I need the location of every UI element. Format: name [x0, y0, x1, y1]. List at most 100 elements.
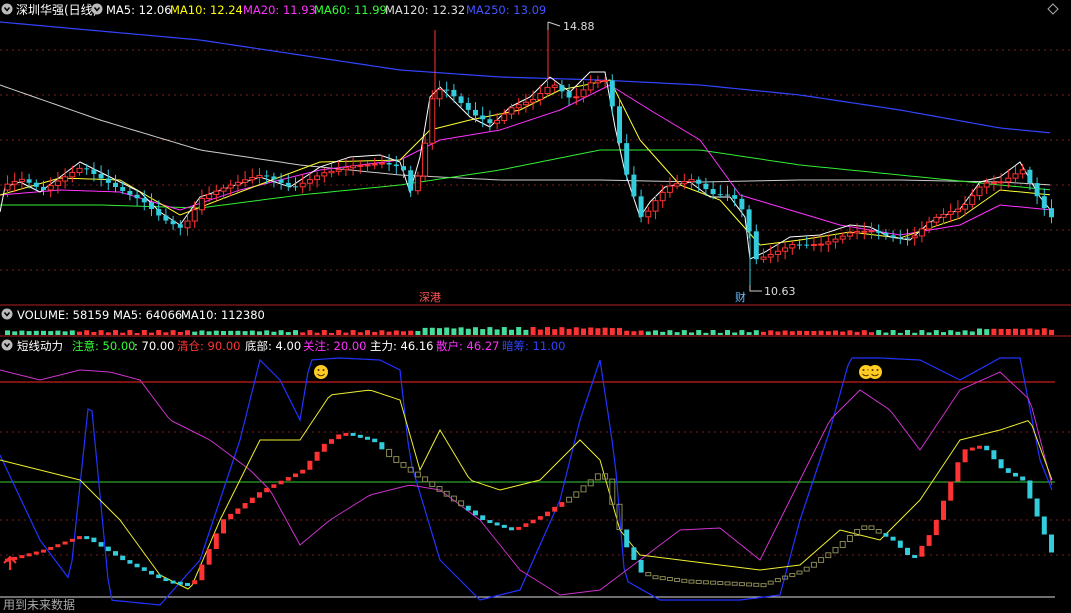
- indicator-bar: [746, 582, 753, 587]
- ind-value-4: 20.00: [334, 339, 367, 353]
- indicator-bar: [264, 487, 270, 493]
- indicator-bar: [652, 575, 659, 580]
- volume-bar: [372, 331, 378, 335]
- volume-bar: [559, 327, 565, 335]
- event-badge-1[interactable]: 深港: [418, 290, 442, 304]
- volume-bar: [285, 332, 291, 335]
- volume-bar: [962, 330, 968, 335]
- candle-body: [976, 186, 983, 197]
- volume-bar: [300, 332, 306, 335]
- volume-bar: [170, 330, 176, 335]
- candle-body: [163, 215, 169, 221]
- candle-body: [522, 101, 529, 106]
- indicator-bar: [134, 563, 140, 568]
- volume-bar: [509, 329, 514, 335]
- volume-bar: [451, 328, 457, 335]
- candle-body: [1049, 208, 1054, 218]
- indicator-bar: [941, 500, 946, 520]
- indicator-bar: [955, 462, 961, 482]
- candle-body: [444, 89, 450, 91]
- candle-body: [515, 104, 522, 109]
- candle-body: [285, 182, 291, 187]
- high-price-label: 14.88: [563, 20, 595, 33]
- indicator-bar: [156, 574, 162, 579]
- event-badge-2[interactable]: 财: [734, 290, 748, 304]
- indicator-bar: [192, 580, 198, 585]
- volume-bar: [1005, 328, 1011, 335]
- volume-bar: [177, 331, 183, 335]
- indicator-bar: [278, 480, 284, 485]
- indicator-bar: [199, 564, 205, 581]
- ind-label-6: 散户:: [436, 339, 467, 353]
- candle-body: [436, 89, 443, 100]
- candle-body: [746, 209, 752, 232]
- ind-label-2: 清仓:: [177, 339, 208, 353]
- candle-body: [458, 96, 464, 104]
- candle-body: [91, 169, 97, 174]
- volume-bar: [264, 330, 270, 335]
- volume-bar: [811, 330, 817, 335]
- main-force-line: [0, 389, 1053, 590]
- collapse-diamond-icon[interactable]: [1047, 3, 1059, 15]
- volume-bar: [717, 332, 723, 335]
- candle-body: [487, 119, 493, 124]
- ind-value-0: 50.00: [103, 339, 136, 353]
- indicator-bar: [681, 578, 688, 583]
- candle-body: [306, 179, 313, 184]
- indicator-bar: [228, 513, 234, 520]
- panel-toggle-icon[interactable]: [1, 3, 13, 15]
- candle-body: [357, 164, 364, 167]
- indicator-bar: [271, 484, 277, 488]
- panel-toggle-icon[interactable]: [1, 308, 13, 320]
- indicator-bar: [796, 570, 803, 575]
- ma20-value: 11.93: [283, 3, 316, 17]
- volume-bar: [55, 330, 61, 335]
- indicator-bar: [545, 511, 550, 517]
- candle-body: [544, 86, 551, 94]
- indicator-bar: [760, 583, 767, 588]
- candle-body: [422, 142, 429, 177]
- candle-body: [401, 166, 406, 171]
- indicator-bar: [285, 477, 291, 481]
- candle-body: [494, 119, 501, 124]
- volume-bar: [732, 332, 738, 335]
- volume-bar: [278, 330, 284, 335]
- smiley-icon: [868, 365, 882, 379]
- candle-body: [652, 200, 659, 212]
- candle-body: [113, 182, 118, 188]
- candle-body: [451, 89, 457, 97]
- volume-header: VOLUME: 58159 MA5: 64066 MA10: 112380: [1, 308, 265, 322]
- candle-body: [876, 230, 882, 233]
- panel-toggle-icon[interactable]: [1, 339, 13, 351]
- volume-bar: [84, 330, 90, 335]
- volume-bar: [624, 330, 630, 335]
- candle-body: [33, 182, 39, 187]
- indicator-bar: [674, 577, 681, 582]
- indicator-bar: [19, 555, 25, 559]
- volume-bar: [631, 331, 637, 335]
- candle-body: [299, 182, 306, 188]
- volume-bar: [235, 330, 241, 335]
- indicator-bar: [645, 572, 652, 577]
- volume-bar: [638, 330, 644, 335]
- candle-body: [18, 178, 25, 183]
- volume-bar: [933, 330, 939, 335]
- candle-body: [732, 195, 738, 199]
- volume-bar: [33, 330, 39, 335]
- volume-bar: [955, 331, 961, 335]
- volume-bar: [984, 329, 990, 335]
- candle-body: [134, 194, 140, 199]
- indicator-bar: [695, 579, 702, 584]
- candle-body: [429, 98, 436, 144]
- indicator-bar: [163, 578, 169, 582]
- candle-body: [480, 115, 486, 120]
- volume-bar: [847, 330, 853, 335]
- volume-bar: [825, 331, 831, 335]
- candle-body: [645, 210, 652, 218]
- candle-body: [1034, 183, 1040, 197]
- panel-toggle-icon[interactable]: [91, 3, 103, 15]
- candle-body: [184, 220, 191, 229]
- candle-body: [170, 220, 176, 225]
- chart-canvas: 深圳华强(日线) MA5: 12.06 MA10: 12.24 MA20: 11…: [0, 3, 1071, 612]
- candle-body: [674, 183, 681, 187]
